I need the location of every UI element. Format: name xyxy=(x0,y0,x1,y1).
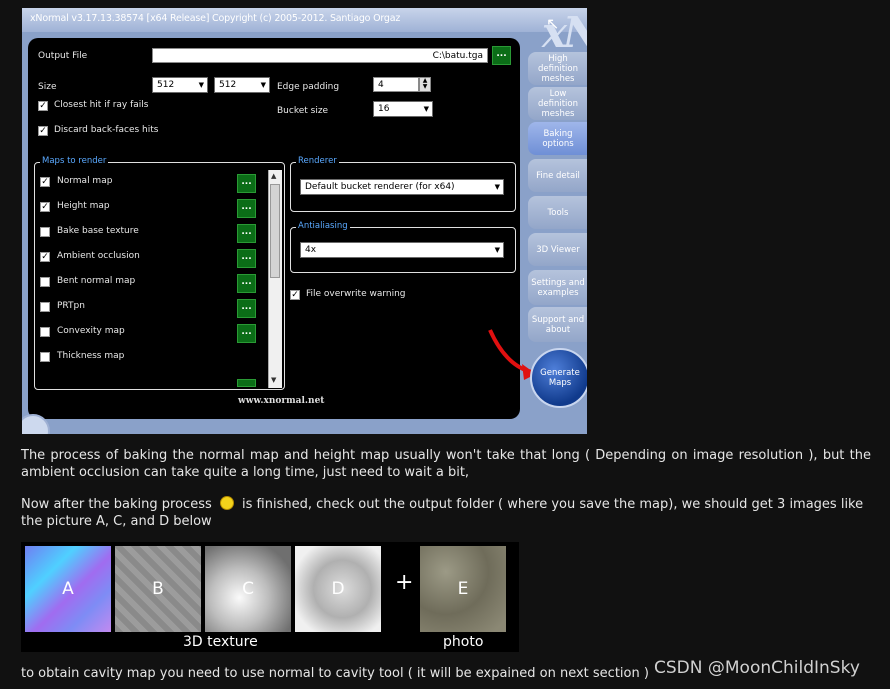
renderer-title: Renderer xyxy=(296,156,339,166)
prtpn-checkbox[interactable] xyxy=(40,302,50,312)
list-item: Bent normal map ... xyxy=(36,269,284,294)
paragraph-1: The process of baking the normal map and… xyxy=(21,448,871,480)
tab-high-definition-meshes[interactable]: High definition meshes xyxy=(528,52,587,85)
file-overwrite-checkbox[interactable]: ✓ xyxy=(290,290,300,300)
closest-hit-checkbox[interactable]: ✓ xyxy=(38,101,48,111)
bucket-size-value: 16 xyxy=(378,104,390,114)
height-map-checkbox[interactable]: ✓ xyxy=(40,202,50,212)
window-titlebar: xNormal v3.17.13.38574 [x64 Release] Cop… xyxy=(22,8,587,32)
tile-c-ambient-occlusion: C xyxy=(205,546,291,632)
maps-list: ✓ Normal map ... ✓ Height map ... Bake b… xyxy=(36,169,284,387)
xnormal-url: www.xnormal.net xyxy=(238,396,325,406)
prtpn-label: PRTpn xyxy=(57,301,85,311)
ambient-occlusion-checkbox[interactable]: ✓ xyxy=(40,252,50,262)
normal-map-options-button[interactable]: ... xyxy=(237,174,256,193)
chevron-down-icon: ▼ xyxy=(494,246,500,254)
bucket-size-label: Bucket size xyxy=(277,106,329,116)
tab-tools[interactable]: Tools xyxy=(528,196,587,229)
paragraph-2-start: Now after the baking process xyxy=(21,497,212,512)
paragraph-2: Now after the baking process is finished… xyxy=(21,496,871,530)
list-item: PRTpn ... xyxy=(36,294,284,319)
chevron-down-icon: ▼ xyxy=(423,105,429,113)
height-map-options-button[interactable]: ... xyxy=(237,199,256,218)
generate-maps-button[interactable]: Generate Maps xyxy=(530,348,587,408)
maps-list-scrollbar[interactable]: ▲ ▼ xyxy=(268,170,282,388)
csdn-watermark: CSDN @MoonChildInSky xyxy=(654,658,860,678)
antialiasing-select[interactable]: 4x ▼ xyxy=(300,242,504,258)
tile-a-normal-map: A xyxy=(25,546,111,632)
renderer-value: Default bucket renderer (for x64) xyxy=(305,182,455,192)
size-height-select[interactable]: 512 ▼ xyxy=(214,77,270,93)
prtpn-options-button[interactable]: ... xyxy=(237,299,256,318)
size-height-value: 512 xyxy=(219,80,237,90)
tile-e-photo: E xyxy=(420,546,506,632)
file-overwrite-label: File overwrite warning xyxy=(306,289,406,299)
tab-low-definition-meshes[interactable]: Low definition meshes xyxy=(528,87,587,120)
discard-backfaces-checkbox[interactable]: ✓ xyxy=(38,126,48,136)
texture-strip-image: A B C D + E 3D texture photo xyxy=(21,542,519,652)
list-item: Bake base texture ... xyxy=(36,219,284,244)
scrollbar-thumb[interactable] xyxy=(270,184,280,278)
convexity-map-options-button[interactable]: ... xyxy=(237,324,256,343)
maps-to-render-title: Maps to render xyxy=(40,156,109,166)
normal-map-label: Normal map xyxy=(57,176,113,186)
tab-settings-and-examples[interactable]: Settings and examples xyxy=(528,270,587,305)
list-item: Thickness map xyxy=(36,344,284,369)
bake-base-texture-checkbox[interactable] xyxy=(40,227,50,237)
scroll-up-icon[interactable]: ▲ xyxy=(271,172,276,180)
size-width-select[interactable]: 512 ▼ xyxy=(152,77,208,93)
size-width-value: 512 xyxy=(157,80,175,90)
convexity-map-checkbox[interactable] xyxy=(40,327,50,337)
list-item: ✓ Height map ... xyxy=(36,194,284,219)
tab-fine-detail[interactable]: Fine detail xyxy=(528,159,587,192)
height-map-label: Height map xyxy=(57,201,110,211)
thickness-map-checkbox[interactable] xyxy=(40,352,50,362)
tab-baking-options[interactable]: Baking options xyxy=(528,122,587,155)
scroll-down-icon[interactable]: ▼ xyxy=(271,376,276,384)
partial-options-button[interactable] xyxy=(237,379,256,387)
output-file-label: Output File xyxy=(38,51,88,61)
edge-padding-label: Edge padding xyxy=(277,82,340,92)
normal-map-checkbox[interactable]: ✓ xyxy=(40,177,50,187)
xnormal-window: xNormal v3.17.13.38574 [x64 Release] Cop… xyxy=(22,8,587,434)
bake-base-texture-options-button[interactable]: ... xyxy=(237,224,256,243)
plus-sign: + xyxy=(395,570,414,595)
tab-3d-viewer[interactable]: 3D Viewer xyxy=(528,233,587,266)
convexity-map-label: Convexity map xyxy=(57,326,125,336)
list-item: ✓ Ambient occlusion ... xyxy=(36,244,284,269)
chevron-down-icon: ▼ xyxy=(494,183,500,191)
ambient-occlusion-options-button[interactable]: ... xyxy=(237,249,256,268)
antialiasing-title: Antialiasing xyxy=(296,221,350,231)
size-label: Size xyxy=(38,82,57,92)
caption-3d-texture: 3D texture xyxy=(183,634,258,650)
closest-hit-label: Closest hit if ray fails xyxy=(54,100,149,110)
bucket-size-select[interactable]: 16 ▼ xyxy=(373,101,433,117)
edge-padding-input[interactable]: 4 xyxy=(373,77,419,92)
list-item: Convexity map ... xyxy=(36,319,284,344)
antialiasing-value: 4x xyxy=(305,245,317,255)
bent-normal-map-label: Bent normal map xyxy=(57,276,136,286)
edge-padding-spinner[interactable]: ▲ ▼ xyxy=(419,77,431,92)
window-title: xNormal v3.17.13.38574 [x64 Release] Cop… xyxy=(30,13,401,24)
bent-normal-map-checkbox[interactable] xyxy=(40,277,50,287)
output-file-browse-button[interactable]: ... xyxy=(492,46,511,65)
output-file-input[interactable]: C:\batu.tga xyxy=(152,48,488,63)
chevron-down-icon: ▼ xyxy=(198,81,204,89)
tile-b-height-map: B xyxy=(115,546,201,632)
smiley-icon xyxy=(219,496,234,510)
ambient-occlusion-label: Ambient occlusion xyxy=(57,251,140,261)
renderer-select[interactable]: Default bucket renderer (for x64) ▼ xyxy=(300,179,504,195)
thickness-map-label: Thickness map xyxy=(57,351,125,361)
baking-options-panel: Output File C:\batu.tga ... Size 512 ▼ 51… xyxy=(28,38,520,419)
discard-backfaces-label: Discard back-faces hits xyxy=(54,125,159,135)
chevron-down-icon: ▼ xyxy=(260,81,266,89)
list-item: ✓ Normal map ... xyxy=(36,169,284,194)
bent-normal-map-options-button[interactable]: ... xyxy=(237,274,256,293)
tile-d-cavity-map: D xyxy=(295,546,381,632)
bake-base-texture-label: Bake base texture xyxy=(57,226,139,236)
mouse-cursor-icon: ↖ xyxy=(546,14,560,33)
caption-photo: photo xyxy=(443,634,484,650)
